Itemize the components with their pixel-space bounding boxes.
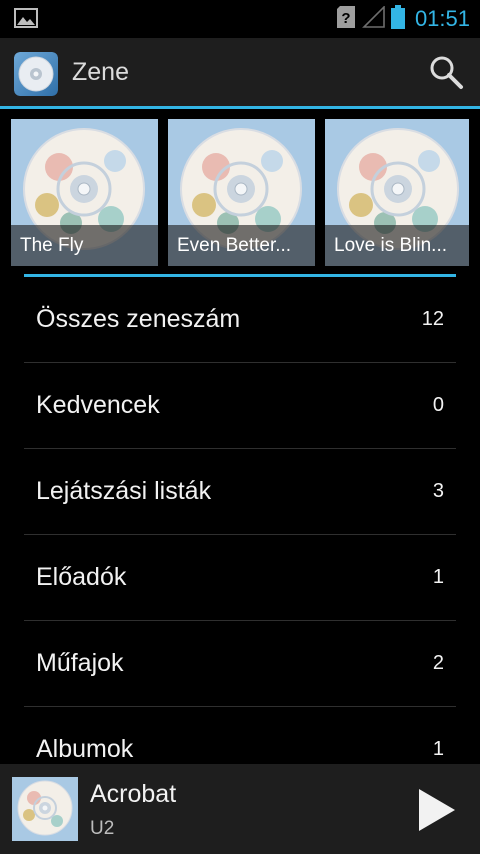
recent-albums: The Fly Even Better... Love is Blin... (11, 119, 469, 266)
unknown-sim-icon: ? (336, 6, 355, 32)
list-item-count: 3 (432, 480, 444, 502)
list-item-label: Előadók (36, 563, 127, 591)
cd-cover-icon (17, 780, 73, 836)
now-playing-title: Acrobat (90, 780, 177, 808)
list-item-favorites[interactable]: Kedvencek 0 (24, 363, 456, 449)
image-icon (14, 8, 38, 32)
list-item-playlists[interactable]: Lejátszási listák 3 (24, 449, 456, 535)
now-playing-artist: U2 (90, 818, 115, 839)
album-tile[interactable]: Love is Blin... (325, 119, 469, 266)
album-tile[interactable]: Even Better... (168, 119, 315, 266)
library-list: Összes zeneszám 12 Kedvencek 0 Lejátszás… (24, 277, 456, 793)
play-icon[interactable] (418, 788, 456, 836)
action-bar-divider (0, 106, 480, 109)
list-item-label: Kedvencek (36, 391, 160, 419)
album-title: Love is Blin... (325, 225, 469, 266)
list-item-label: Műfajok (36, 649, 124, 677)
list-item-label: Lejátszási listák (36, 477, 212, 505)
svg-text:?: ? (341, 10, 350, 27)
list-item-genres[interactable]: Műfajok 2 (24, 621, 456, 707)
album-art[interactable] (12, 777, 78, 841)
list-item-label: Összes zeneszám (36, 305, 241, 333)
list-item-count: 1 (432, 566, 444, 588)
battery-icon (390, 5, 405, 33)
app-title: Zene (72, 58, 129, 86)
search-icon[interactable] (428, 54, 464, 94)
album-tile[interactable]: The Fly (11, 119, 158, 266)
list-item-count: 12 (421, 308, 444, 330)
clock: 01:51 (414, 6, 470, 31)
album-title: Even Better... (168, 225, 315, 266)
album-title: The Fly (11, 225, 158, 266)
status-bar: ? 01:51 (0, 0, 480, 38)
music-cd-icon[interactable] (14, 52, 58, 96)
list-item-count: 2 (432, 652, 444, 674)
signal-icon (361, 5, 385, 32)
list-item-artists[interactable]: Előadók 1 (24, 535, 456, 621)
now-playing-bar[interactable]: Acrobat U2 (0, 764, 480, 854)
action-bar: Zene (0, 38, 480, 106)
list-item-all-songs[interactable]: Összes zeneszám 12 (24, 277, 456, 363)
list-item-count: 0 (432, 394, 444, 416)
